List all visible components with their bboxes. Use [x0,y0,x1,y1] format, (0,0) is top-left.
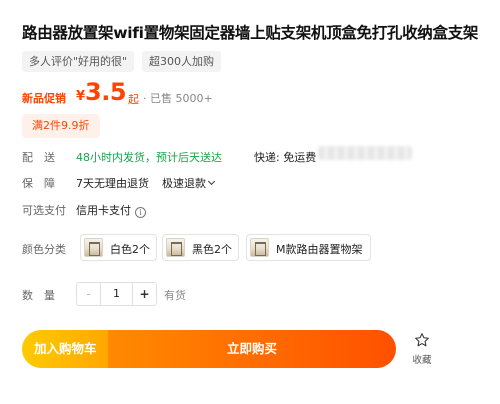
sku-option-black[interactable]: 黑色2个 [162,234,239,261]
chevron-down-icon [207,177,216,186]
quantity-stepper: - + [76,282,157,306]
sku-thumbnail [250,238,269,257]
currency-symbol: ¥ [76,89,86,104]
sku-option-white[interactable]: 白色2个 [80,234,157,261]
quantity-label: 数 量 [22,289,55,302]
quantity-input[interactable] [101,283,132,305]
buy-now-button[interactable]: 立即购买 [108,330,396,368]
shipping-express: 快递: 免运费 [254,151,317,164]
product-title: 路由器放置架wifi置物架固定器墙上贴支架机顶盒免打孔收纳盒支架 [22,24,479,42]
quantity-decrement-button[interactable]: - [77,283,101,305]
refund-dropdown[interactable]: 极速退款 [162,175,216,191]
sku-option-label: 黑色2个 [192,243,232,256]
guarantee-label: 保 障 [22,177,55,190]
price-amount: 3.5 [85,78,127,106]
blurred-address [318,146,412,160]
star-icon [415,333,429,347]
promo-label: 新品促销 [22,92,66,105]
favorite-button[interactable]: 收藏 [408,332,436,372]
payment-method: 信用卡支付 i [76,202,146,218]
sold-count: · 已售 5000+ [143,92,213,105]
shipping-time: 48小时内发货，预计后天送达 [76,151,222,164]
guarantee-return: 7天无理由退货 [76,177,149,190]
favorite-label: 收藏 [412,355,432,366]
payment-method-label: 信用卡支付 [76,204,131,217]
sku-option-label: M款路由器置物架 [276,243,363,256]
coupon-badge[interactable]: 满2件9.9折 [22,114,100,138]
info-icon[interactable]: i [135,207,146,218]
price-unit: 起 [128,93,139,106]
payment-label: 可选支付 [22,204,66,217]
color-label: 颜色分类 [22,243,66,256]
sku-option-label: 白色2个 [110,243,150,256]
sku-thumbnail [84,238,103,257]
stock-status: 有货 [164,289,186,302]
shipping-label: 配 送 [22,151,55,164]
sku-thumbnail [166,238,185,257]
quantity-increment-button[interactable]: + [132,283,156,305]
add-to-cart-button[interactable]: 加入购物车 [22,330,117,368]
review-tag[interactable]: 多人评价"好用的很" [22,51,135,72]
sku-option-m-rack[interactable]: M款路由器置物架 [246,234,371,261]
refund-label: 极速退款 [162,177,206,190]
cart-count-tag: 超300人加购 [142,51,221,72]
